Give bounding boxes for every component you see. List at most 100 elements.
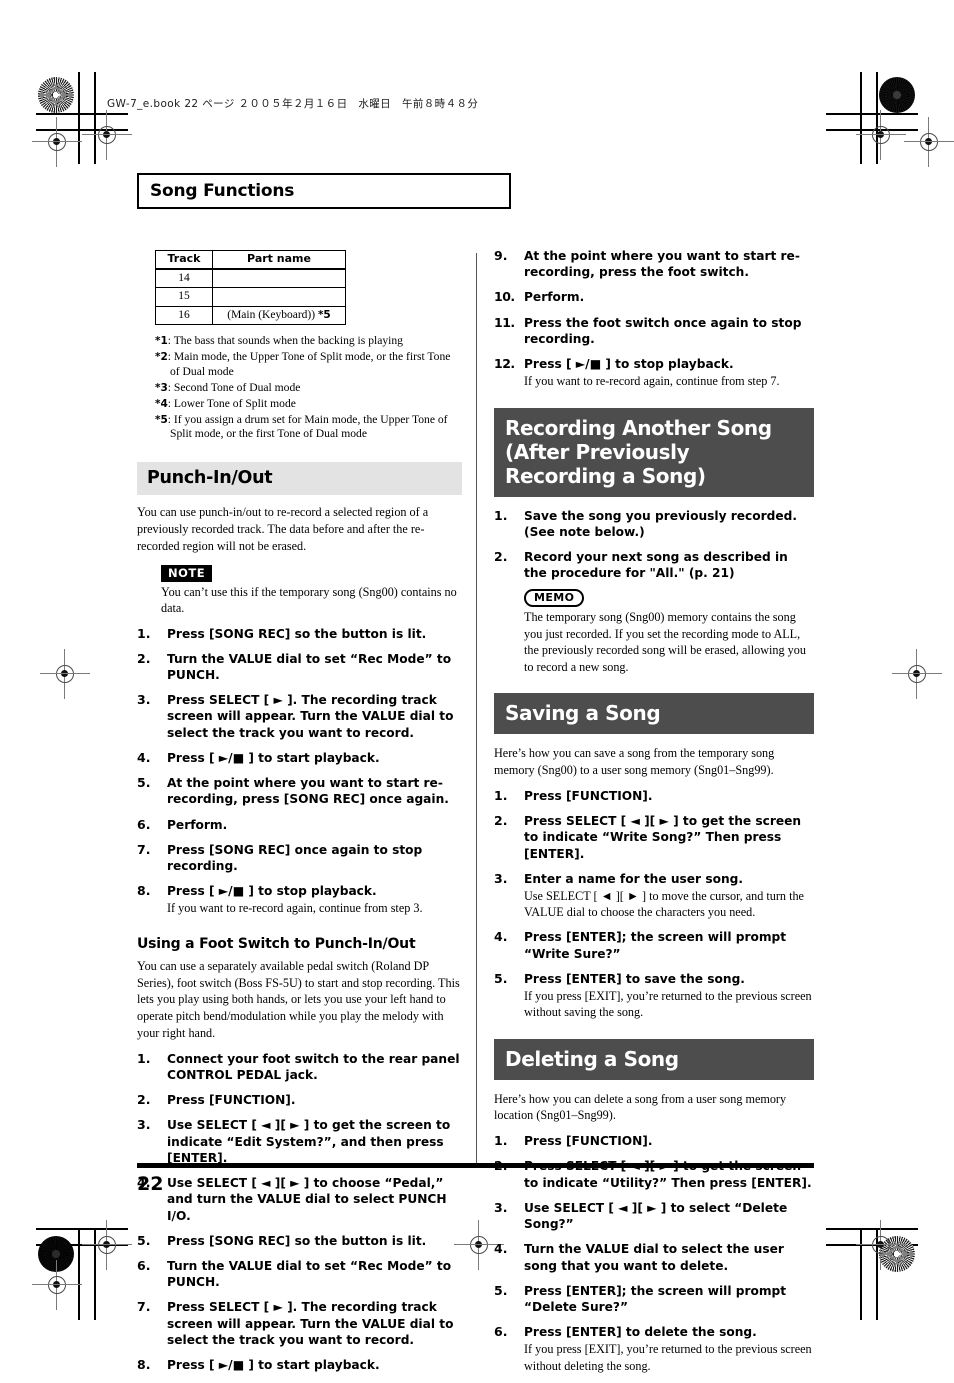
list-item: 3. Enter a name for the user song. Use S… xyxy=(494,871,814,921)
step-text: Press the foot switch once again to stop… xyxy=(524,315,802,346)
footswitch-steps-list-right: 9. At the point where you want to start … xyxy=(494,248,814,390)
page-number: 22 xyxy=(137,1173,164,1195)
memo-badge: MEMO xyxy=(524,589,585,608)
step-number: 2. xyxy=(494,813,508,829)
step-number: 2. xyxy=(137,1092,151,1108)
step-number: 2. xyxy=(494,548,508,564)
section-heading-punch-in-out: Punch-In/Out xyxy=(137,462,462,496)
step-text: Save the song you previously recorded. (… xyxy=(524,508,797,539)
step-text: Press [ENTER] to save the song. xyxy=(524,971,745,986)
step-text: Connect your foot switch to the rear pan… xyxy=(167,1051,460,1083)
registration-mark-bottom-inner-left xyxy=(32,1260,82,1310)
crop-mark-top-right-h xyxy=(826,113,918,115)
step-number: 5. xyxy=(494,1282,508,1298)
crop-mark-top-right-v2 xyxy=(860,72,862,164)
note-callout: NOTE You can’t use this if the temporary… xyxy=(161,564,462,617)
step-number: 4. xyxy=(137,749,151,765)
footnote-list: *1: The bass that sounds when the backin… xyxy=(155,334,455,442)
step-number: 9. xyxy=(494,248,508,263)
registration-mark-top-inner-right xyxy=(904,117,954,167)
registration-mark-bottom-center xyxy=(454,1220,504,1270)
step-text: Use SELECT [ ◄ ][ ► ] to select “Delete … xyxy=(524,1200,788,1232)
step-text: Press [ ►/■ ] to stop playback. xyxy=(524,357,734,372)
list-item: 6. Press [ENTER] to delete the song. If … xyxy=(494,1324,814,1374)
step-subtext: Use SELECT [ ◄ ][ ► ] to move the cursor… xyxy=(524,889,804,920)
footswitch-steps-list-left: 1. Connect your foot switch to the rear … xyxy=(137,1051,462,1374)
step-number: 1. xyxy=(137,625,151,641)
list-item: 6. Perform. xyxy=(137,817,462,833)
list-item: 3. Press SELECT [ ► ]. The recording tra… xyxy=(137,692,462,741)
footnote-item: *2: Main mode, the Upper Tone of Split m… xyxy=(155,350,455,380)
footnote-item: *4: Lower Tone of Split mode xyxy=(155,397,455,412)
memo-callout: MEMO The temporary song (Sng00) memory c… xyxy=(524,588,814,675)
punch-intro-text: You can use punch-in/out to re-record a … xyxy=(137,505,429,553)
column-header-track: Track xyxy=(155,249,213,270)
cell-track: 14 xyxy=(155,268,213,289)
footnote-marker: *4 xyxy=(155,397,168,410)
saving-intro-text: Here’s how you can save a song from the … xyxy=(494,746,775,778)
list-item: 4. Press [ ►/■ ] to start playback. xyxy=(137,750,462,766)
list-item: 5. At the point where you want to start … xyxy=(137,775,462,807)
list-item: 9. At the point where you want to start … xyxy=(494,248,814,280)
step-text: Record your next song as described in th… xyxy=(524,549,788,581)
list-item: 7. Press [SONG REC] once again to stop r… xyxy=(137,842,462,874)
footnote-text: : The bass that sounds when the backing … xyxy=(167,334,403,348)
footnote-text: : Second Tone of Dual mode xyxy=(167,380,301,394)
right-column: 9. At the point where you want to start … xyxy=(494,248,814,1383)
step-number: 8. xyxy=(137,1357,151,1373)
list-item: 5. Press [SONG REC] so the button is lit… xyxy=(137,1233,462,1249)
footnote-item: *1: The bass that sounds when the backin… xyxy=(155,334,455,349)
list-item: 11. Press the foot switch once again to … xyxy=(494,315,814,347)
note-text: You can’t use this if the temporary song… xyxy=(161,584,457,616)
step-text: Press SELECT [ ◄ ][ ► ] to get the scree… xyxy=(524,814,802,861)
step-subtext: If you want to re-record again, continue… xyxy=(167,901,423,916)
step-text: Perform. xyxy=(167,817,228,832)
step-number: 5. xyxy=(137,775,151,791)
note-badge: NOTE xyxy=(161,564,213,582)
column-divider xyxy=(476,253,477,1165)
cell-track: 16 xyxy=(155,305,213,326)
footnote-text: : Lower Tone of Split mode xyxy=(167,396,296,410)
deleting-steps-list: 1. Press [FUNCTION]. 2. Press SELECT [ ◄… xyxy=(494,1133,814,1374)
footnote-marker: *1 xyxy=(155,335,168,348)
step-number: 6. xyxy=(137,816,151,832)
table-header-row: Track Part name xyxy=(155,249,346,270)
footnote-marker: *2 xyxy=(155,351,168,364)
footnote-text: : If you assign a drum set for Main mode… xyxy=(167,412,448,441)
list-item: 1. Press [FUNCTION]. xyxy=(494,1133,814,1149)
list-item: 12. Press [ ►/■ ] to stop playback. If y… xyxy=(494,356,814,389)
step-number: 3. xyxy=(137,1117,151,1133)
list-item: 6. Turn the VALUE dial to set “Rec Mode”… xyxy=(137,1258,462,1290)
page-slug: GW-7_e.book 22 ページ ２００５年２月１６日 水曜日 午前８時４８… xyxy=(107,98,479,110)
table-row: 14 xyxy=(155,268,346,289)
chapter-title-box: Song Functions xyxy=(137,173,511,209)
step-text: Use SELECT [ ◄ ][ ► ] to get the screen … xyxy=(167,1118,451,1165)
step-number: 3. xyxy=(494,1199,508,1215)
step-number: 8. xyxy=(137,883,151,899)
list-item: 8. Press [ ►/■ ] to stop playback. If yo… xyxy=(137,883,462,916)
list-item: 2. Press [FUNCTION]. xyxy=(137,1092,462,1108)
crop-mark-bottom-right-v2 xyxy=(860,1228,862,1320)
list-item: 5. Press [ENTER]; the screen will prompt… xyxy=(494,1283,814,1315)
footnote-marker: *5 xyxy=(155,413,168,426)
cell-track: 15 xyxy=(155,287,213,307)
step-number: 1. xyxy=(494,507,508,523)
step-number: 12. xyxy=(494,356,515,372)
page-title: Song Functions xyxy=(150,181,295,201)
section-heading-deleting-a-song: Deleting a Song xyxy=(494,1038,814,1080)
cell-part-name: (Main (Keyboard)) *5 xyxy=(212,305,346,326)
step-text: Press [SONG REC] so the button is lit. xyxy=(167,626,427,641)
step-text: Press [FUNCTION]. xyxy=(167,1093,296,1108)
step-subtext: If you want to re-record again, continue… xyxy=(524,374,780,389)
list-item: 4. Turn the VALUE dial to select the use… xyxy=(494,1241,814,1273)
table-row: 16 (Main (Keyboard)) *5 xyxy=(155,305,346,326)
list-item: 2. Press SELECT [ ◄ ][ ► ] to get the sc… xyxy=(494,813,814,862)
section-heading-recording-another-song: Recording Another Song (After Previously… xyxy=(494,407,814,497)
registration-mark-top-left xyxy=(82,110,132,160)
list-item: 7. Press SELECT [ ► ]. The recording tra… xyxy=(137,1299,462,1348)
list-item: 8. Press [ ►/■ ] to start playback. xyxy=(137,1357,462,1373)
step-number: 5. xyxy=(494,970,508,986)
cell-part-text: (Main (Keyboard)) xyxy=(227,308,316,321)
punch-steps-list: 1. Press [SONG REC] so the button is lit… xyxy=(137,626,462,917)
step-text: Press [SONG REC] so the button is lit. xyxy=(167,1233,427,1248)
